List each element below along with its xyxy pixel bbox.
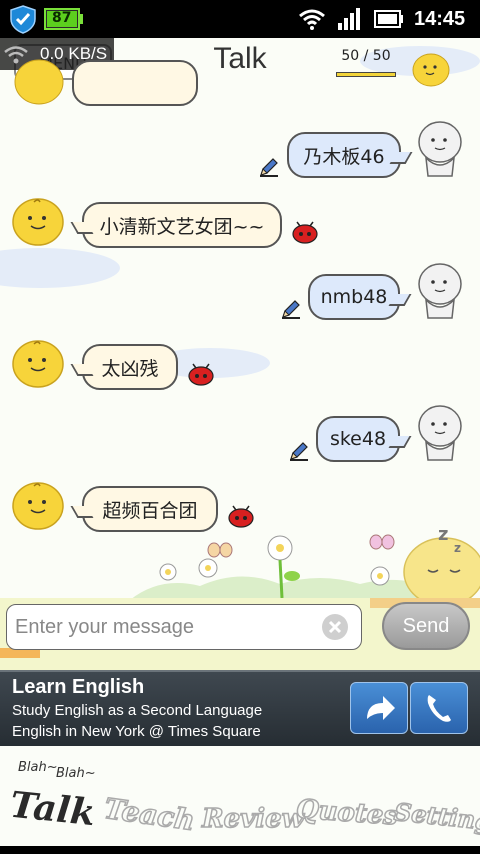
tab-bar: Blah~ Blah~ Talk Teach Review Quotes Set… xyxy=(0,746,480,854)
chick-avatar-icon xyxy=(12,198,64,246)
message-row: nmb48 xyxy=(0,263,480,326)
pencil-icon[interactable] xyxy=(258,156,280,178)
signal-icon xyxy=(338,8,360,30)
message-bubble[interactable]: 超频百合团 xyxy=(82,486,218,532)
clock: 14:45 xyxy=(414,8,466,30)
ad-line-2: English in New York @ Times Square xyxy=(12,723,261,740)
svg-text:z: z xyxy=(454,541,461,555)
page-title: Talk xyxy=(213,42,267,75)
sleeping-chick-icon: z z xyxy=(403,526,480,598)
shield-icon xyxy=(10,5,36,34)
tab-quotes[interactable]: Quotes xyxy=(294,794,399,833)
blah-text-1: Blah~ xyxy=(18,760,58,775)
partial-message xyxy=(72,60,198,106)
ad-banner[interactable]: Learn English Study English as a Second … xyxy=(0,670,480,746)
compose-bar: Send xyxy=(0,598,480,670)
tab-setting[interactable]: Setting xyxy=(392,796,480,837)
status-bar: 87 14:45 xyxy=(0,0,480,38)
phone-icon xyxy=(427,695,451,722)
tab-review[interactable]: Review xyxy=(201,803,305,835)
message-bubble[interactable]: ske48 xyxy=(316,416,400,462)
tab-teach[interactable]: Teach xyxy=(101,791,197,838)
app-screen: MENU 0.0 KB/S Talk 50 / 50 xyxy=(0,38,480,854)
share-arrow-icon xyxy=(367,696,395,720)
ad-call-button[interactable] xyxy=(410,682,468,734)
pencil-icon[interactable] xyxy=(280,298,302,320)
chick-avatar-icon xyxy=(12,340,64,388)
pencil-icon[interactable] xyxy=(288,440,310,462)
ad-open-button[interactable] xyxy=(350,682,408,734)
counter-bar xyxy=(336,72,396,77)
clear-icon[interactable] xyxy=(320,612,350,642)
wifi-icon xyxy=(299,9,325,30)
battery-digits: 87 xyxy=(52,10,72,26)
send-button[interactable]: Send xyxy=(382,602,470,650)
message-input[interactable] xyxy=(6,604,362,650)
message-bubble[interactable]: 乃木板46 xyxy=(287,132,401,178)
counter-fill xyxy=(337,73,395,76)
chick-icon xyxy=(412,53,450,87)
blah-text-2: Blah~ xyxy=(56,766,96,781)
message-bubble[interactable]: 小清新文艺女团~~ xyxy=(82,202,282,248)
message-row: ske48 xyxy=(0,405,480,468)
ghost-avatar-icon xyxy=(418,263,462,319)
ladybug-icon[interactable] xyxy=(226,504,256,528)
ladybug-icon[interactable] xyxy=(290,220,320,244)
bottom-edge xyxy=(0,846,480,854)
message-bubble[interactable]: 太凶残 xyxy=(82,344,178,390)
ad-title: Learn English xyxy=(12,676,145,698)
chick-avatar-icon xyxy=(14,59,64,105)
tab-talk[interactable]: Talk xyxy=(8,784,97,835)
message-row: 小清新文艺女团~~ xyxy=(0,194,480,254)
ad-line-1: Study English as a Second Language xyxy=(12,702,263,719)
battery-icon xyxy=(374,10,403,28)
ladybug-icon[interactable] xyxy=(186,362,216,386)
message-list: 乃木板46 小清新文艺女团~~ nmb48 太凶残 ske48 超频百合团 z … xyxy=(0,59,480,600)
svg-text:z: z xyxy=(438,526,448,545)
message-bubble[interactable]: nmb48 xyxy=(308,274,400,320)
message-counter: 50 / 50 xyxy=(341,48,391,64)
message-row: 乃木板46 xyxy=(0,121,480,184)
ghost-avatar-icon xyxy=(418,405,462,461)
butterfly-icon xyxy=(369,534,395,550)
chick-avatar-icon xyxy=(12,482,64,530)
ghost-avatar-icon xyxy=(418,121,462,177)
message-row: 太凶残 xyxy=(0,336,480,396)
